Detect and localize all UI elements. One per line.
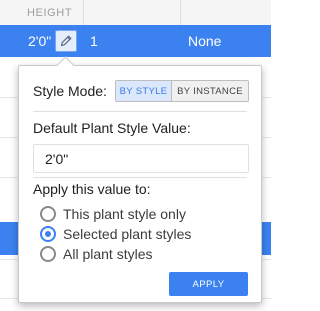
radio-all-plant-styles[interactable]: All plant styles bbox=[40, 245, 152, 263]
pencil-icon bbox=[60, 35, 72, 47]
radio-selected-plant-styles[interactable]: Selected plant styles bbox=[40, 225, 191, 243]
by-style-button[interactable]: BY STYLE bbox=[116, 81, 172, 101]
edit-height-button[interactable] bbox=[55, 30, 77, 52]
column-divider bbox=[83, 0, 84, 25]
table-row-selected[interactable]: 2'0" 1 None bbox=[0, 25, 271, 57]
radio-label: All plant styles bbox=[63, 246, 153, 262]
default-value-label: Default Plant Style Value: bbox=[33, 120, 191, 136]
style-mode-label: Style Mode: bbox=[33, 83, 107, 99]
radio-button[interactable] bbox=[40, 246, 56, 262]
apply-to-label: Apply this value to: bbox=[33, 181, 151, 197]
column-divider bbox=[180, 0, 181, 25]
radio-label: Selected plant styles bbox=[63, 226, 192, 242]
column-header-height[interactable]: HEIGHT bbox=[27, 7, 72, 19]
radio-button[interactable] bbox=[40, 206, 56, 222]
cell-count: 1 bbox=[90, 33, 98, 49]
radio-this-plant-style-only[interactable]: This plant style only bbox=[40, 205, 186, 223]
radio-label: This plant style only bbox=[63, 206, 186, 222]
section-divider bbox=[33, 111, 247, 112]
section-divider bbox=[33, 177, 247, 178]
default-value-input[interactable] bbox=[33, 144, 249, 173]
by-instance-button[interactable]: BY INSTANCE bbox=[172, 81, 248, 101]
radio-button-checked[interactable] bbox=[40, 226, 56, 242]
table-header: HEIGHT bbox=[0, 0, 271, 26]
style-mode-toggle: BY STYLE BY INSTANCE bbox=[115, 80, 249, 102]
cell-height: 2'0" bbox=[28, 33, 52, 49]
style-value-popover: Style Mode: BY STYLE BY INSTANCE Default… bbox=[18, 56, 262, 303]
apply-button[interactable]: APPLY bbox=[169, 272, 248, 296]
cell-style: None bbox=[188, 33, 222, 49]
